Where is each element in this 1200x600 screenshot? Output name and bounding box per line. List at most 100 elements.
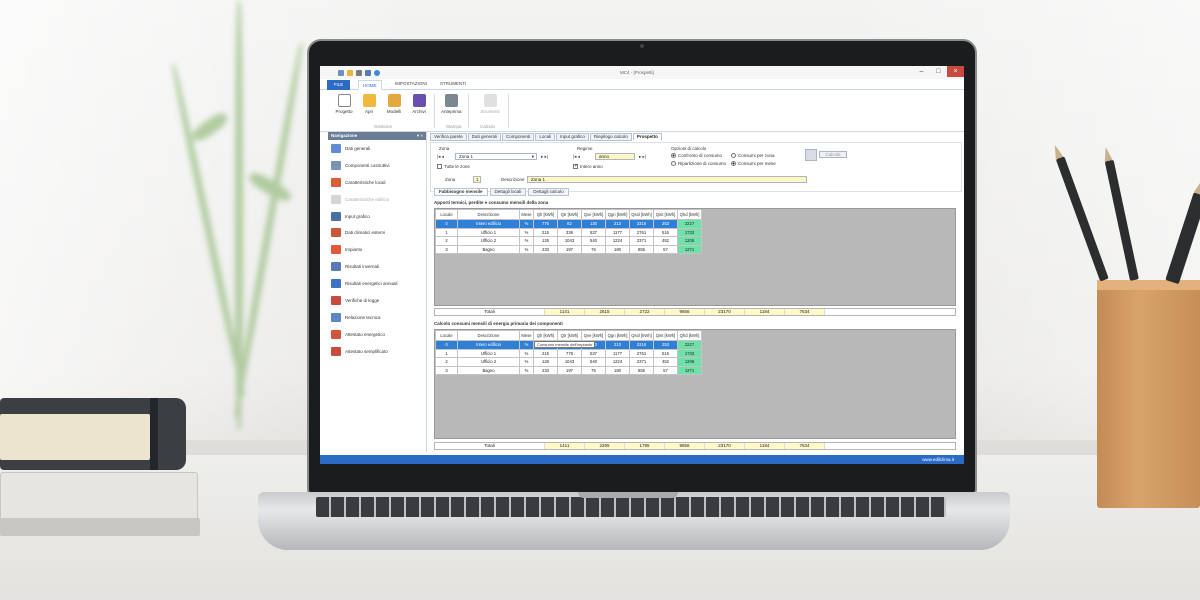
- table-cell[interactable]: %: [519, 219, 534, 229]
- document-tab[interactable]: Dati generali: [467, 133, 502, 141]
- table-cell[interactable]: 537: [581, 227, 606, 237]
- table-cell[interactable]: %: [519, 340, 534, 350]
- table-cell[interactable]: 1224: [605, 357, 630, 367]
- table-cell[interactable]: 516: [653, 348, 678, 358]
- table-cell[interactable]: 253: [653, 219, 678, 229]
- nav-item[interactable]: Caratteristiche edificio: [328, 191, 426, 208]
- table-row[interactable]: 0 Intero edificio% 775 62 130 213 2316 253 2227: [435, 219, 702, 229]
- table-cell[interactable]: 1733: [677, 348, 702, 358]
- tools-button[interactable]: Strumenti: [478, 94, 502, 114]
- calc-icon[interactable]: [805, 149, 817, 161]
- first-record-icon[interactable]: |◂ ◂: [437, 154, 444, 160]
- table-cell[interactable]: Bagno: [457, 244, 520, 254]
- table-cell[interactable]: 776: [557, 348, 582, 358]
- document-tab[interactable]: Prospetto: [632, 133, 662, 141]
- column-header[interactable]: Qhd [kWh]: [677, 330, 702, 341]
- tab-file[interactable]: FILE: [327, 80, 350, 90]
- column-header[interactable]: Qve [kWh]: [581, 209, 606, 220]
- new-project-button[interactable]: Progetto: [334, 94, 354, 114]
- maximize-button[interactable]: □: [930, 66, 947, 77]
- table-cell[interactable]: 215: [533, 227, 558, 237]
- nav-item[interactable]: Caratteristiche locali: [328, 174, 426, 191]
- preview-button[interactable]: Anteprima: [441, 94, 462, 114]
- document-tab[interactable]: Componenti: [502, 133, 535, 141]
- column-header[interactable]: Qve [kWh]: [581, 330, 606, 341]
- subtab-fabbisogno[interactable]: Fabbisogno mensile: [434, 188, 488, 196]
- table-cell[interactable]: 0: [435, 219, 458, 229]
- nav-item[interactable]: Impianto: [328, 241, 426, 258]
- table-cell[interactable]: 2761: [629, 227, 654, 237]
- models-button[interactable]: Modelli: [384, 94, 404, 114]
- subtab-dettagli-locali[interactable]: Dettagli locali: [489, 188, 527, 196]
- nav-item[interactable]: Input grafico: [328, 208, 426, 225]
- column-header[interactable]: Qtr [kWh]: [557, 209, 582, 220]
- table-cell[interactable]: 126: [533, 357, 558, 367]
- next-month-icon[interactable]: ▸ ▸|: [639, 154, 646, 160]
- table-cell[interactable]: Intero edificio: [457, 219, 520, 229]
- subtab-dettagli-calcolo[interactable]: Dettagli calcolo: [528, 188, 569, 196]
- table-cell[interactable]: 1206: [677, 236, 702, 246]
- table-cell[interactable]: 3: [435, 365, 458, 375]
- table-cell[interactable]: 1733: [677, 227, 702, 237]
- table-cell[interactable]: 336: [557, 227, 582, 237]
- calc-button[interactable]: Calcola: [819, 151, 847, 158]
- table-cell[interactable]: 1271: [677, 365, 702, 375]
- column-header[interactable]: Qtr [kWh]: [557, 330, 582, 341]
- nav-item[interactable]: Attestato semplificato: [328, 343, 426, 360]
- tab-strumenti[interactable]: STRUMENTI: [440, 81, 466, 86]
- table-cell[interactable]: 452: [653, 357, 678, 367]
- table-cell[interactable]: %: [519, 357, 534, 367]
- table-cell[interactable]: %: [519, 365, 534, 375]
- minimize-button[interactable]: –: [913, 66, 930, 77]
- table-cell[interactable]: 2227: [677, 340, 702, 350]
- document-tab[interactable]: Verifica parete: [430, 133, 467, 141]
- table-cell[interactable]: 1043: [557, 236, 582, 246]
- table-cell[interactable]: Ufficio 1: [457, 348, 520, 358]
- nav-item[interactable]: Risultati invernali: [328, 258, 426, 275]
- table-cell[interactable]: 2761: [629, 348, 654, 358]
- nav-item[interactable]: Attestato energetico: [328, 326, 426, 343]
- table-cell[interactable]: 537: [581, 348, 606, 358]
- document-tab[interactable]: Locali: [535, 133, 556, 141]
- tab-home[interactable]: HOME: [358, 80, 382, 90]
- open-button[interactable]: Apri: [359, 94, 379, 114]
- table-cell[interactable]: 1206: [677, 357, 702, 367]
- column-header[interactable]: Qgn [kWh]: [605, 209, 630, 220]
- option-radio-2[interactable]: [671, 161, 676, 166]
- table-cell[interactable]: 1224: [605, 236, 630, 246]
- table-cell[interactable]: 213: [605, 219, 630, 229]
- table-cell[interactable]: 233: [533, 244, 558, 254]
- column-header[interactable]: Descrizione: [457, 330, 520, 341]
- table-cell[interactable]: Intero edificio: [457, 340, 520, 350]
- option-radio-4[interactable]: [731, 161, 736, 166]
- undo-icon[interactable]: [365, 70, 371, 76]
- table-cell[interactable]: %: [519, 236, 534, 246]
- table-cell[interactable]: 0: [435, 340, 458, 350]
- table-cell[interactable]: 2: [435, 357, 458, 367]
- table-cell[interactable]: 180: [605, 244, 630, 254]
- table-cell[interactable]: 1177: [605, 227, 630, 237]
- table-cell[interactable]: Bagno: [457, 365, 520, 375]
- table-cell[interactable]: 57: [653, 244, 678, 254]
- column-header[interactable]: Mese: [519, 209, 534, 220]
- table-cell[interactable]: Ufficio 1: [457, 227, 520, 237]
- descrizione-field[interactable]: Zona 1: [527, 176, 807, 183]
- column-header[interactable]: Qh [kWh]: [533, 209, 558, 220]
- option-radio-3[interactable]: [731, 153, 736, 158]
- table-cell[interactable]: %: [519, 348, 534, 358]
- prev-month-icon[interactable]: |◂ ◂: [573, 154, 580, 160]
- save-icon[interactable]: [338, 70, 344, 76]
- zona-checkbox[interactable]: [437, 164, 442, 169]
- table-cell[interactable]: 197: [557, 365, 582, 375]
- table-cell[interactable]: 855: [629, 244, 654, 254]
- column-header[interactable]: Qint [kWh]: [653, 209, 678, 220]
- column-header[interactable]: Mese: [519, 330, 534, 341]
- column-header[interactable]: Qgn [kWh]: [605, 330, 630, 341]
- pin-icon[interactable]: ▾ ×: [417, 132, 423, 140]
- column-header[interactable]: Qsol [kWh]: [629, 209, 654, 220]
- regime-input[interactable]: anno: [595, 153, 635, 160]
- table-cell[interactable]: 1: [435, 348, 458, 358]
- table-row[interactable]: 3 Bagno% 233 197 76 180 855 57 1271: [435, 365, 702, 375]
- table-cell[interactable]: 2371: [629, 357, 654, 367]
- table-cell[interactable]: 3: [435, 244, 458, 254]
